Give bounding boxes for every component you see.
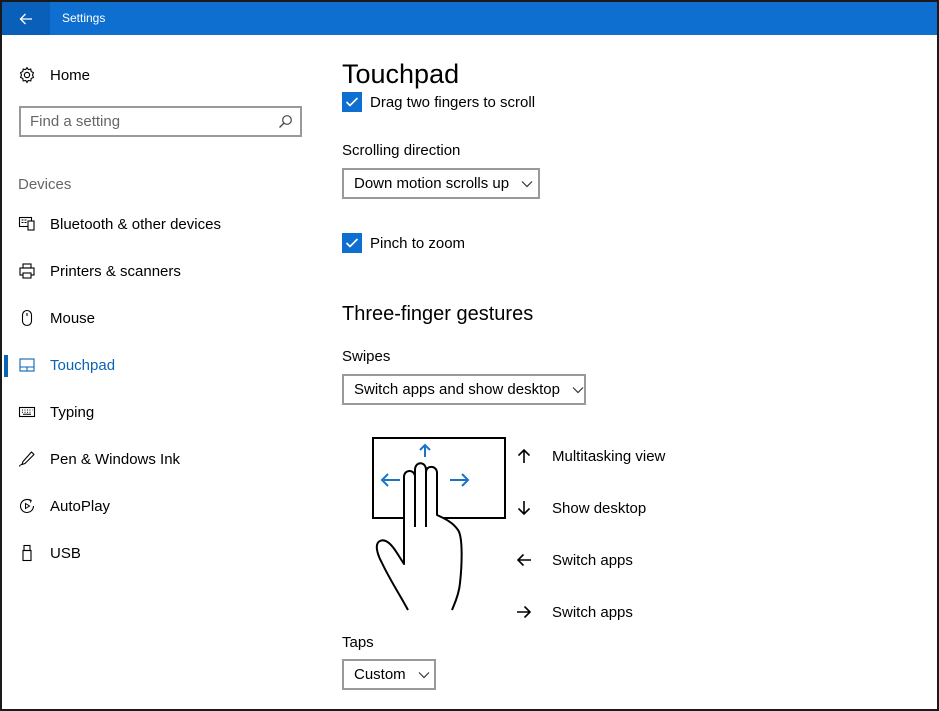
dropdown-value: Switch apps and show desktop	[354, 381, 560, 398]
gesture-label: Switch apps	[552, 603, 633, 621]
sidebar-item-bluetooth[interactable]: Bluetooth & other devices	[2, 206, 322, 242]
autoplay-icon	[18, 497, 36, 515]
sidebar-item-label: Bluetooth & other devices	[50, 215, 221, 233]
dropdown-value: Custom	[354, 666, 406, 683]
printer-icon	[18, 262, 36, 280]
sidebar-item-usb[interactable]: USB	[2, 535, 322, 571]
section-label-devices: Devices	[18, 176, 72, 193]
swipes-label: Swipes	[342, 348, 391, 365]
sidebar-item-label: Mouse	[50, 309, 96, 327]
gesture-row-left: Switch apps	[514, 550, 633, 570]
checkmark-icon	[345, 238, 359, 248]
search-box[interactable]	[19, 106, 302, 137]
home-link[interactable]: Home	[18, 63, 90, 87]
back-button[interactable]	[2, 2, 50, 35]
arrow-right-icon	[514, 602, 534, 622]
checkbox-checked[interactable]	[342, 233, 362, 253]
sidebar-item-label: USB	[50, 544, 81, 562]
checkbox-label: Drag two fingers to scroll	[370, 93, 536, 111]
scrolling-direction-label: Scrolling direction	[342, 142, 461, 159]
sidebar-item-label: AutoPlay	[50, 497, 111, 515]
arrow-left-icon	[514, 550, 534, 570]
dropdown-value: Down motion scrolls up	[354, 175, 510, 192]
scrolling-direction-dropdown[interactable]: Down motion scrolls up	[342, 168, 540, 199]
window-title: Settings	[62, 11, 106, 25]
taps-dropdown[interactable]: Custom	[342, 659, 436, 690]
sidebar-item-label: Pen & Windows Ink	[50, 450, 181, 468]
gesture-row-up: Multitasking view	[514, 446, 665, 466]
search-input[interactable]	[30, 108, 275, 135]
sidebar-item-pen[interactable]: Pen & Windows Ink	[2, 441, 322, 477]
search-icon[interactable]	[278, 114, 293, 129]
sidebar-item-mouse[interactable]: Mouse	[2, 300, 322, 336]
gesture-label: Show desktop	[552, 499, 647, 517]
gear-icon	[19, 66, 35, 84]
sidebar-item-label: Touchpad	[50, 356, 116, 374]
sidebar-item-autoplay[interactable]: AutoPlay	[2, 488, 322, 524]
arrow-up-icon	[514, 446, 534, 466]
home-label: Home	[50, 66, 91, 84]
gesture-row-right: Switch apps	[514, 602, 633, 622]
keyboard-icon	[18, 403, 36, 421]
sidebar: Home Devices Bluetooth & other devices	[2, 35, 322, 709]
bluetooth-devices-icon	[18, 215, 36, 233]
pen-icon	[18, 450, 36, 468]
mouse-icon	[18, 309, 36, 327]
swipes-dropdown[interactable]: Switch apps and show desktop	[342, 374, 586, 405]
gesture-row-down: Show desktop	[514, 498, 646, 518]
chevron-down-icon	[418, 671, 430, 679]
chevron-down-icon	[572, 386, 584, 394]
checkbox-label: Pinch to zoom	[370, 234, 466, 252]
taps-label: Taps	[342, 634, 374, 651]
selection-indicator	[4, 355, 8, 377]
back-arrow-icon	[19, 13, 32, 24]
three-finger-gesture-illustration	[372, 437, 506, 611]
checkbox-checked[interactable]	[342, 92, 362, 112]
gesture-label: Switch apps	[552, 551, 633, 569]
arrow-down-icon	[514, 498, 534, 518]
pinch-to-zoom-checkbox[interactable]: Pinch to zoom	[342, 233, 465, 253]
sidebar-item-typing[interactable]: Typing	[2, 394, 322, 430]
title-bar: Settings	[2, 2, 937, 35]
gesture-label: Multitasking view	[552, 447, 666, 465]
sidebar-item-label: Typing	[50, 403, 95, 421]
three-finger-gestures-heading: Three-finger gestures	[342, 303, 534, 325]
chevron-down-icon	[521, 180, 533, 188]
drag-two-fingers-checkbox[interactable]: Drag two fingers to scroll	[342, 92, 535, 112]
touchpad-icon	[18, 356, 36, 374]
usb-icon	[18, 544, 36, 562]
main-content: Drag two fingers to scroll Touchpad Scro…	[342, 35, 937, 709]
sidebar-item-touchpad[interactable]: Touchpad	[2, 347, 322, 383]
page-title: Touchpad	[342, 59, 470, 90]
checkmark-icon	[345, 97, 359, 107]
sidebar-item-printers[interactable]: Printers & scanners	[2, 253, 322, 289]
settings-window: Settings Home Devices	[0, 0, 939, 711]
sidebar-item-label: Printers & scanners	[50, 262, 181, 280]
